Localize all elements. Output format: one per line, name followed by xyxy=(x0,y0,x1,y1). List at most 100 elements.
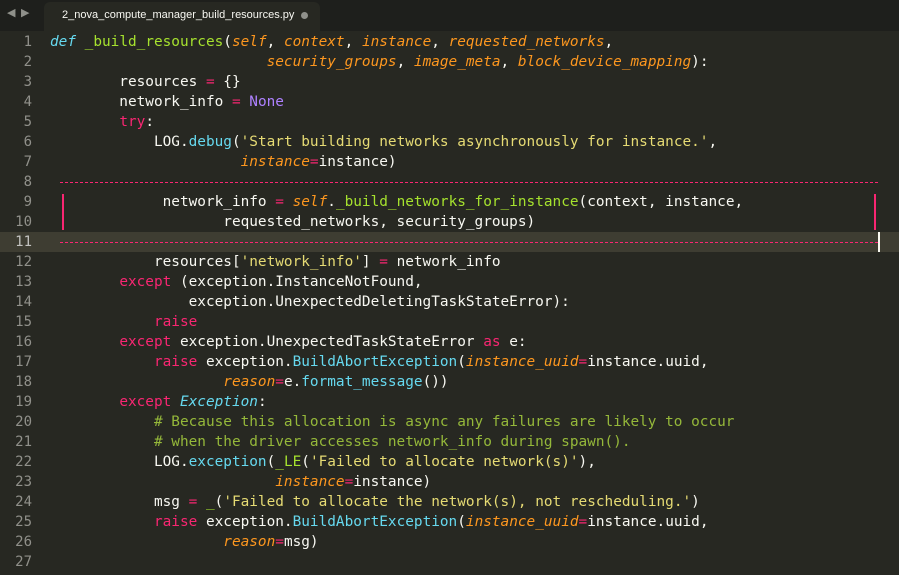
code-token: # when the driver accesses network_info … xyxy=(153,434,631,450)
code-line[interactable]: 11 xyxy=(0,232,899,252)
code-editor[interactable]: 1 def _build_resources(self, context, ins… xyxy=(0,31,899,575)
code-token: instance_uuid xyxy=(465,354,579,370)
code-token: block_device_mapping xyxy=(517,54,692,70)
code-token: image_meta xyxy=(413,54,501,70)
line-number: 27 xyxy=(15,554,32,570)
code-line[interactable]: 6 LOG.debug('Start building networks asy… xyxy=(0,132,899,152)
code-text: instance=instance) xyxy=(50,472,431,492)
code-token: instance) xyxy=(318,154,397,170)
code-token: ( xyxy=(231,134,241,150)
code-text: requested_networks, security_groups) xyxy=(50,212,535,232)
code-line[interactable]: 20 # Because this allocation is async an… xyxy=(0,412,899,432)
code-text: except (exception.InstanceNotFound, xyxy=(50,272,422,292)
code-token: _LE xyxy=(275,454,302,470)
code-line[interactable]: 19 except Exception: xyxy=(0,392,899,412)
line-number: 7 xyxy=(23,154,32,170)
code-text: resources['network_info'] = network_info xyxy=(50,252,501,272)
line-number: 18 xyxy=(15,374,32,390)
code-token: = xyxy=(309,154,319,170)
code-text: resources = {} xyxy=(50,72,240,92)
code-token: ( xyxy=(214,494,224,510)
line-number: 16 xyxy=(15,334,32,350)
code-line[interactable]: 5 try: xyxy=(0,112,899,132)
code-token: instance.uuid, xyxy=(587,514,709,530)
code-token: context xyxy=(283,34,345,50)
code-token: instance xyxy=(275,474,345,490)
code-text: network_info = None xyxy=(50,92,284,112)
code-line[interactable]: 16 except exception.UnexpectedTaskStateE… xyxy=(0,332,899,352)
code-line[interactable]: 12 resources['network_info'] = network_i… xyxy=(0,252,899,272)
line-number: 15 xyxy=(15,314,32,330)
code-line[interactable]: 4 network_info = None xyxy=(0,92,899,112)
code-token: try xyxy=(119,114,146,130)
line-number: 13 xyxy=(15,274,32,290)
code-token: raise xyxy=(153,314,198,330)
code-token: ( xyxy=(301,454,310,470)
code-line[interactable]: 18 reason=e.format_message()) xyxy=(0,372,899,392)
diff-highlight-left-bar xyxy=(62,194,64,230)
code-token: = xyxy=(275,194,284,210)
tab-active-file[interactable]: 2_nova_compute_manager_build_resources.p… xyxy=(44,2,320,31)
line-number: 23 xyxy=(15,474,32,490)
code-token: 'Start building networks asynchronously … xyxy=(240,134,709,150)
line-number: 22 xyxy=(15,454,32,470)
code-line[interactable]: 2 security_groups, image_meta, block_dev… xyxy=(0,52,899,72)
code-token: exception.UnexpectedTaskStateError xyxy=(171,334,484,350)
code-token: network_info xyxy=(50,94,232,110)
code-line[interactable]: 9 network_info = self._build_networks_fo… xyxy=(0,192,899,212)
code-line[interactable]: 23 instance=instance) xyxy=(0,472,899,492)
unsaved-dot-icon[interactable] xyxy=(301,12,308,19)
code-token: , xyxy=(266,34,284,50)
code-token: = xyxy=(231,94,241,110)
code-line[interactable]: 15 raise xyxy=(0,312,899,332)
code-line[interactable]: 21 # when the driver accesses network_in… xyxy=(0,432,899,452)
code-token: BuildAbortException xyxy=(292,514,458,530)
code-token: = xyxy=(275,374,284,390)
code-line[interactable]: 8 xyxy=(0,172,899,192)
code-line[interactable]: 7 instance=instance) xyxy=(0,152,899,172)
code-line[interactable]: 27 xyxy=(0,552,899,572)
code-token: as xyxy=(483,334,501,350)
code-text: except Exception: xyxy=(50,392,266,412)
code-text: def _build_resources(self, context, inst… xyxy=(50,32,613,52)
line-number: 2 xyxy=(23,54,32,70)
code-line[interactable]: 25 raise exception.BuildAbortException(i… xyxy=(0,512,899,532)
line-number: 17 xyxy=(15,354,32,370)
tab-nav-arrows[interactable]: ◀ ▶ xyxy=(7,6,30,19)
code-token: raise xyxy=(153,354,198,370)
code-token: debug xyxy=(188,134,232,150)
code-token: ( xyxy=(223,34,232,50)
code-text: try: xyxy=(50,112,154,132)
code-line[interactable]: 13 except (exception.InstanceNotFound, xyxy=(0,272,899,292)
code-line[interactable]: 3 resources = {} xyxy=(0,72,899,92)
code-line[interactable]: 22 LOG.exception(_LE('Failed to allocate… xyxy=(0,452,899,472)
code-text: instance=instance) xyxy=(50,152,397,172)
line-number: 21 xyxy=(15,434,32,450)
line-number: 20 xyxy=(15,414,32,430)
line-number: 11 xyxy=(15,234,32,250)
code-token: = xyxy=(188,494,198,510)
code-line[interactable]: 10 requested_networks, security_groups) xyxy=(0,212,899,232)
code-line[interactable]: 17 raise exception.BuildAbortException(i… xyxy=(0,352,899,372)
code-token: (context, instance, xyxy=(578,194,744,210)
code-line[interactable]: 14 exception.UnexpectedDeletingTaskState… xyxy=(0,292,899,312)
code-token: # Because this allocation is async any f… xyxy=(153,414,735,430)
code-token: = xyxy=(205,74,215,90)
code-line[interactable]: 26 reason=msg) xyxy=(0,532,899,552)
code-token: network_info xyxy=(387,254,501,270)
code-line[interactable]: 1 def _build_resources(self, context, ins… xyxy=(0,32,899,52)
code-line[interactable]: 24 msg = _('Failed to allocate the netwo… xyxy=(0,492,899,512)
code-token: ( xyxy=(457,514,466,530)
code-token: instance xyxy=(361,34,432,50)
code-token: = xyxy=(578,354,588,370)
